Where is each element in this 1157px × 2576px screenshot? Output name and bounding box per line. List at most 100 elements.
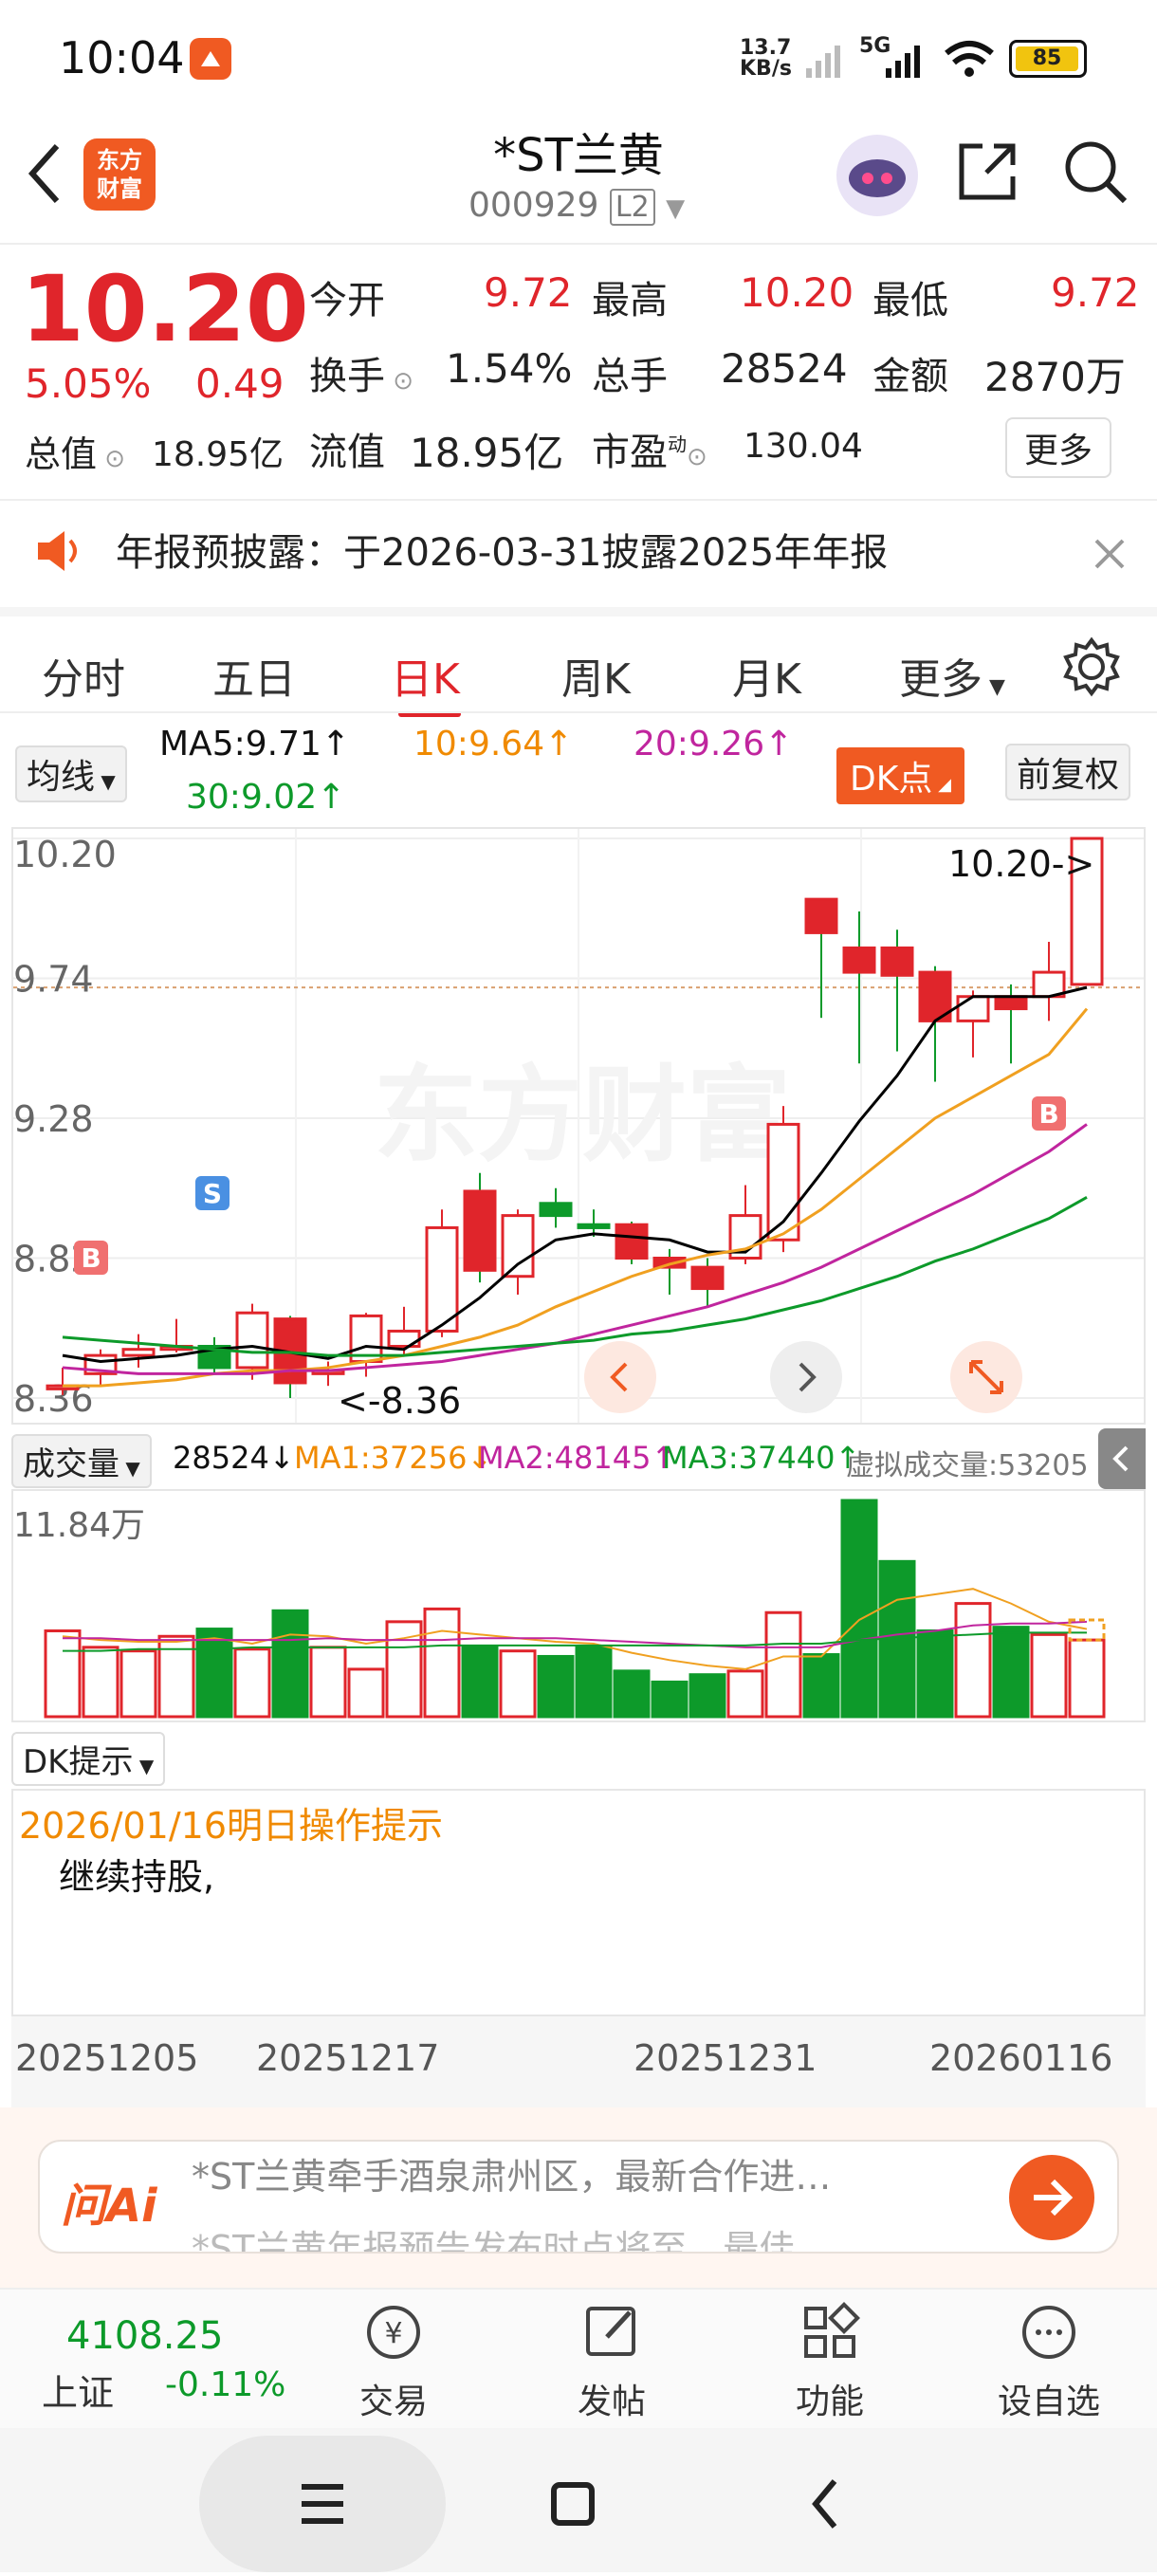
signal-label: B: [81, 1242, 101, 1274]
dk-tip-selector[interactable]: DK提示 ▼: [11, 1732, 166, 1786]
candle: [235, 1311, 269, 1370]
ai-news-box[interactable]: 问Ai *ST兰黄牵手酒泉肃州区，最新合作进… *ST兰黄年报预告发布时点将至，…: [38, 2140, 1119, 2254]
system-back-icon[interactable]: [802, 2474, 850, 2534]
candle: [501, 1214, 535, 1279]
signal-label: B: [1038, 1098, 1058, 1130]
vol-ma3: MA3:37440↑: [662, 1440, 861, 1476]
volume-bar: [840, 1499, 878, 1719]
dk-tip-panel: 2026/01/16明日操作提示 继续持股,: [11, 1789, 1146, 2016]
dk-tip-date: 2026/01/16明日操作提示: [19, 1805, 444, 1847]
system-menu-button[interactable]: [199, 2436, 446, 2572]
candle: [956, 995, 990, 1022]
info-icon: ⊙: [385, 367, 414, 396]
ai-assistant-icon[interactable]: [836, 135, 918, 216]
tab-more[interactable]: 更多 ▼: [899, 645, 1005, 706]
turnover-label: 换手 ⊙: [309, 355, 414, 398]
vol-ma1: MA1:37256↓: [294, 1440, 493, 1476]
nav-trade[interactable]: ¥ 交易: [341, 2299, 446, 2423]
share-icon[interactable]: [954, 138, 1020, 205]
change-percent: 5.05%: [25, 360, 152, 407]
date-label: 20251205: [15, 2037, 199, 2079]
volume-bar: [992, 1626, 1030, 1719]
notice-text: 年报预披露：于2026-03-31披露2025年年报: [116, 531, 889, 575]
y-axis-label: 9.28: [13, 1098, 94, 1140]
more-button[interactable]: 更多: [1005, 417, 1112, 478]
candle: [425, 1225, 459, 1333]
ai-go-button[interactable]: [1009, 2155, 1094, 2240]
index-name[interactable]: 上证: [42, 2364, 114, 2416]
settings-gear-icon[interactable]: [1060, 635, 1123, 698]
volume-bar: [347, 1667, 385, 1719]
chart-fullscreen-button[interactable]: [950, 1341, 1022, 1413]
grid-icon: [804, 2302, 860, 2358]
virtual-volume: 虚拟成交量:53205: [846, 1449, 1089, 1482]
tab-daily-k[interactable]: 日K: [391, 645, 460, 706]
index-value[interactable]: 4108.25: [66, 2314, 223, 2358]
notice-bar[interactable]: 年报预披露：于2026-03-31披露2025年年报: [0, 499, 1157, 603]
volume-bar: [499, 1649, 537, 1719]
signal-label: S: [203, 1178, 222, 1209]
volume-bar: [119, 1649, 157, 1719]
y-axis-label: 10.20: [13, 834, 117, 875]
volume-svg: 11.84万: [13, 1499, 1106, 1719]
open-label: 今开: [309, 279, 385, 322]
dk-point-button[interactable]: DK点 ◢: [836, 747, 964, 804]
close-icon[interactable]: [1091, 535, 1129, 573]
chart-next-button[interactable]: [770, 1341, 842, 1413]
home-square-icon[interactable]: [544, 2475, 601, 2532]
ai-news-line1: *ST兰黄牵手酒泉肃州区，最新合作进…: [192, 2156, 832, 2198]
tab-monthly-k[interactable]: 月K: [732, 645, 801, 706]
info-icon: ⊙: [97, 445, 126, 473]
trade-icon: ¥: [367, 2306, 420, 2359]
volume-bar: [1030, 1632, 1068, 1719]
high-label: 最高: [592, 279, 668, 322]
volume-bar: [802, 1653, 840, 1719]
ma30-value: 30:9.02↑: [186, 778, 346, 817]
wifi-icon: [945, 41, 994, 77]
ma-selector[interactable]: 均线 ▼: [15, 745, 127, 802]
nav-function[interactable]: 功能: [778, 2299, 882, 2423]
float-label: 流值: [309, 431, 385, 474]
nav-add-watchlist[interactable]: 设自选: [992, 2299, 1106, 2423]
volume-bar: [575, 1646, 613, 1719]
ai-logo: 问Ai: [61, 2180, 157, 2233]
net-speed: 13.7 KB/s: [740, 36, 792, 81]
vol-ma2: MA2:48145↑: [478, 1440, 677, 1476]
open-value: 9.72: [484, 269, 573, 316]
low-value: 9.72: [1051, 269, 1140, 316]
collapse-panel-button[interactable]: [1098, 1428, 1146, 1489]
volume-bar: [954, 1602, 992, 1719]
volume-bar: [726, 1669, 764, 1719]
tab-five-day[interactable]: 五日: [212, 645, 296, 706]
volume-bar: [461, 1646, 499, 1719]
volume-bar: [44, 1628, 82, 1719]
tab-weekly-k[interactable]: 周K: [561, 645, 631, 706]
volume-selector[interactable]: 成交量 ▼: [11, 1434, 152, 1488]
kline-chart[interactable]: 东方财富 10.20 9.74 9.28 8.82 8.36 10.20-> <-8.36 S B…: [11, 827, 1146, 1425]
volume-chart[interactable]: 11.84万: [11, 1489, 1146, 1722]
mktcap-label: 总值 ⊙: [25, 433, 126, 475]
search-icon[interactable]: [1060, 137, 1129, 205]
volume-bar: [613, 1669, 651, 1719]
chevron-down-icon: ▼: [666, 194, 686, 223]
status-time: 10:04: [59, 32, 185, 83]
nav-post[interactable]: 发帖: [560, 2299, 664, 2423]
volume-bar: [309, 1646, 347, 1719]
date-label: 20251231: [634, 2037, 817, 2079]
volume-bar: [233, 1647, 271, 1719]
pe-value: 130.04: [744, 427, 863, 466]
edit-icon: [586, 2307, 635, 2356]
signal-strong-icon: [886, 46, 920, 78]
candle: [577, 1223, 611, 1229]
date-label: 20251217: [256, 2037, 440, 2079]
tab-intraday[interactable]: 分时: [42, 645, 125, 706]
menu-icon: [302, 2484, 343, 2524]
ma5-value: MA5:9.71↑: [159, 725, 351, 764]
index-change[interactable]: -0.11%: [165, 2365, 285, 2404]
stock-code[interactable]: 000929 L2 ▼: [468, 186, 686, 226]
adjust-button[interactable]: 前复权: [1005, 744, 1131, 800]
volume-bar: [195, 1628, 233, 1719]
info-icon: ⊙: [687, 443, 707, 471]
chart-prev-button[interactable]: [584, 1341, 656, 1413]
low-label: 最低: [872, 279, 948, 322]
